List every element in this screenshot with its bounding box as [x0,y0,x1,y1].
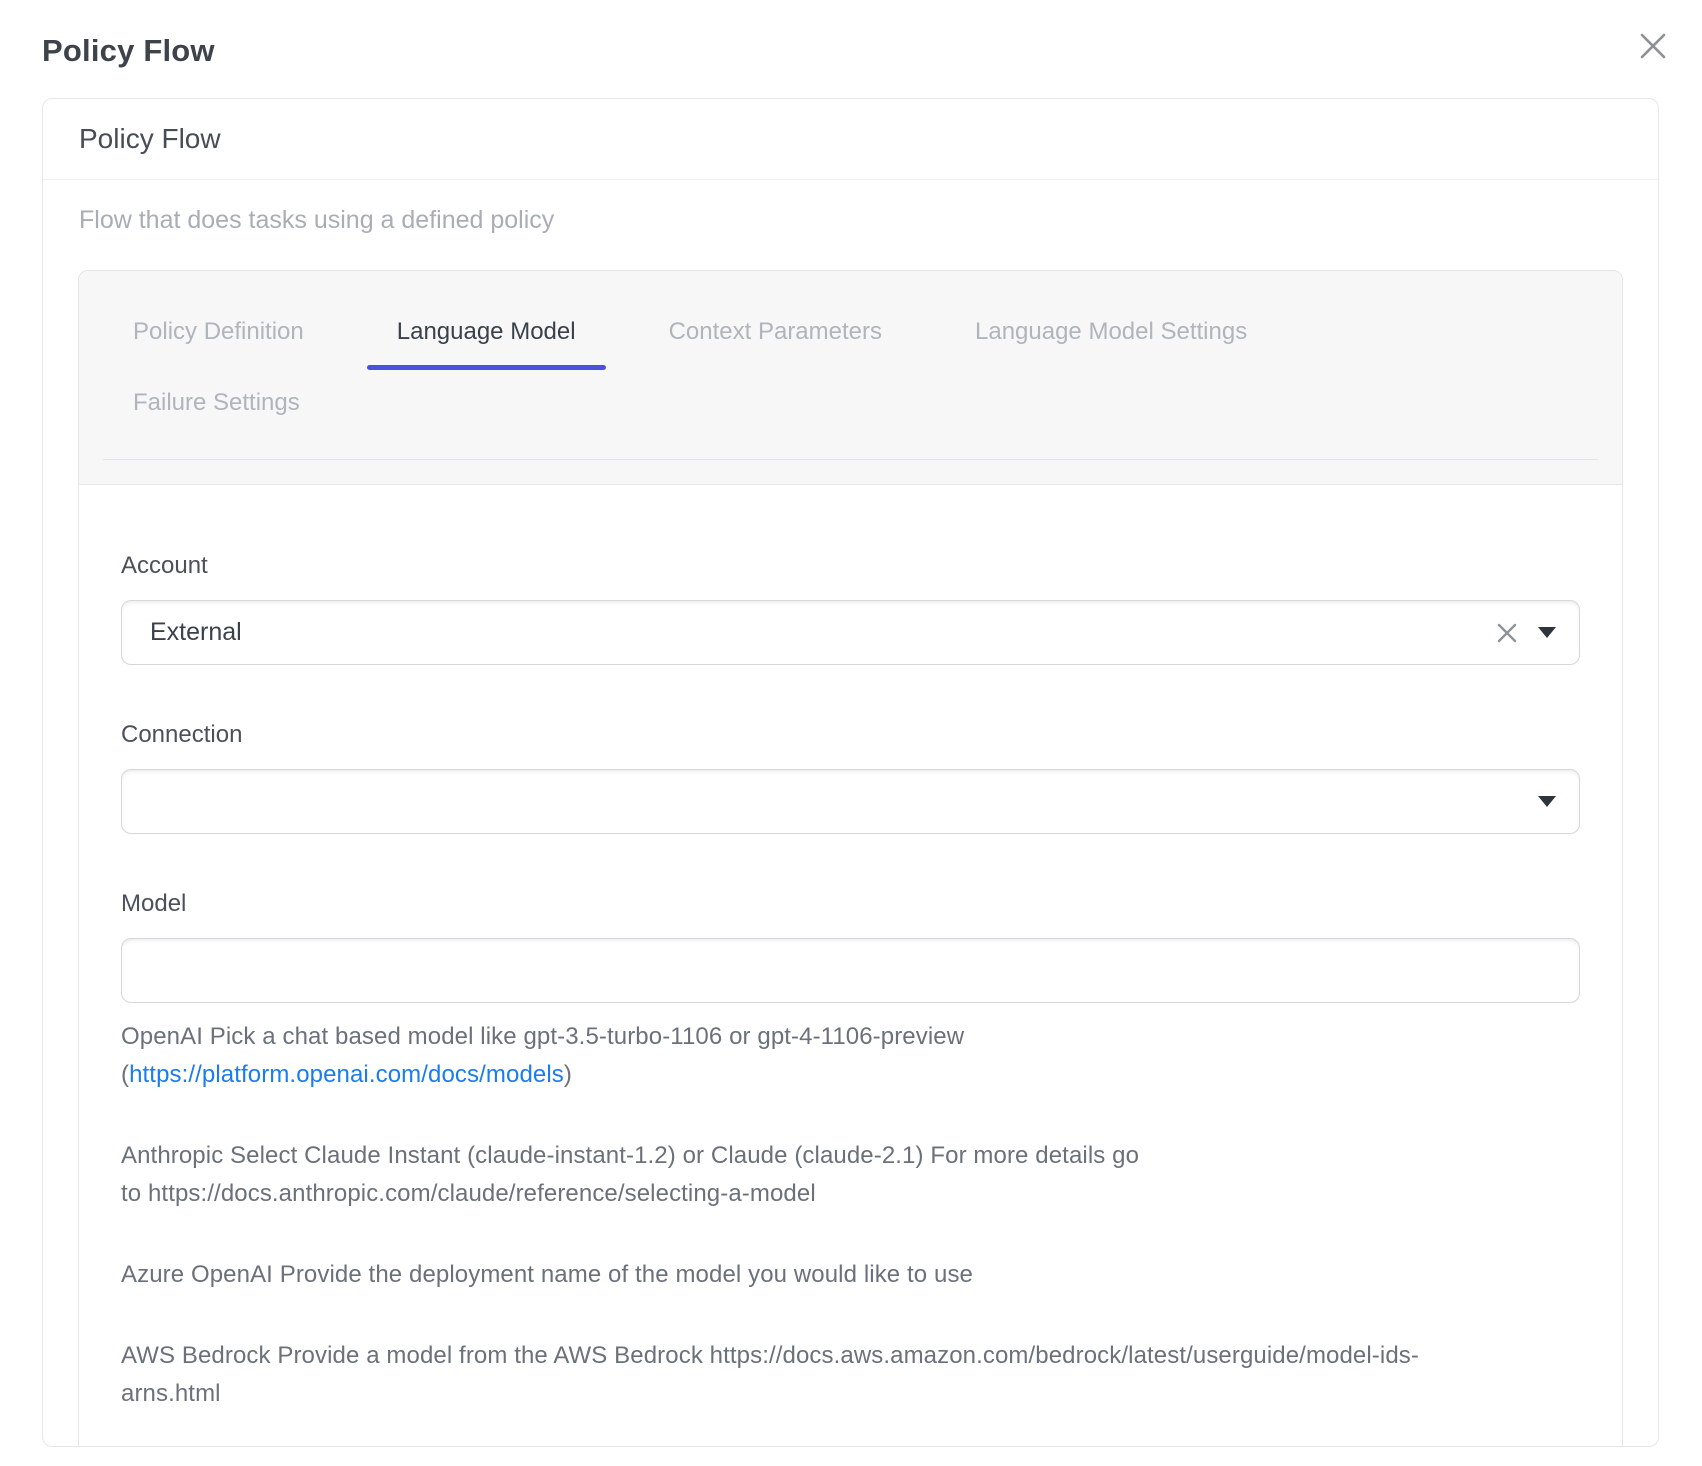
model-help-text: OpenAI Pick a chat based model like gpt-… [121,1018,1580,1413]
connection-label: Connection [121,720,1580,750]
card-subtitle: Flow that does tasks using a defined pol… [43,180,1658,235]
help-azure: Azure OpenAI Provide the deployment name… [121,1256,1580,1294]
account-controls [1496,622,1556,644]
language-model-tab-content: Account External Connection [79,485,1622,1413]
connection-select[interactable] [121,769,1580,834]
close-icon [1638,31,1668,61]
help-aws: AWS Bedrock Provide a model from the AWS… [121,1337,1580,1413]
help-anthropic: Anthropic Select Claude Instant (claude-… [121,1137,1580,1213]
policy-flow-card: Policy Flow Flow that does tasks using a… [42,98,1659,1447]
connection-controls [1538,796,1556,807]
help-openai: OpenAI Pick a chat based model like gpt-… [121,1018,1580,1094]
account-select[interactable]: External [121,600,1580,665]
tab-bar: Policy Definition Language Model Context… [79,271,1622,485]
tab-panel: Policy Definition Language Model Context… [78,270,1623,1447]
card-title: Policy Flow [43,99,1658,180]
tab-language-model[interactable]: Language Model [367,317,606,369]
model-group: Model [121,889,1580,1003]
paren-open: ( [121,1061,129,1088]
tab-policy-definition[interactable]: Policy Definition [103,317,334,369]
paren-close: ) [564,1061,572,1088]
account-selected-value: External [150,618,1496,647]
model-label: Model [121,889,1580,919]
model-field [121,938,1580,1003]
tab-language-model-settings[interactable]: Language Model Settings [945,317,1277,369]
tab-context-parameters[interactable]: Context Parameters [639,317,912,369]
tab-failure-settings[interactable]: Failure Settings [103,388,330,440]
connection-group: Connection [121,720,1580,834]
close-button[interactable] [1637,30,1669,62]
page-title: Policy Flow [42,33,215,69]
openai-models-link[interactable]: https://platform.openai.com/docs/models [129,1061,564,1088]
tab-list: Policy Definition Language Model Context… [103,317,1598,460]
account-label: Account [121,551,1580,581]
account-group: Account External [121,551,1580,665]
model-input[interactable] [150,939,1556,1002]
caret-down-icon[interactable] [1538,796,1556,807]
caret-down-icon[interactable] [1538,627,1556,638]
clear-icon[interactable] [1496,622,1518,644]
